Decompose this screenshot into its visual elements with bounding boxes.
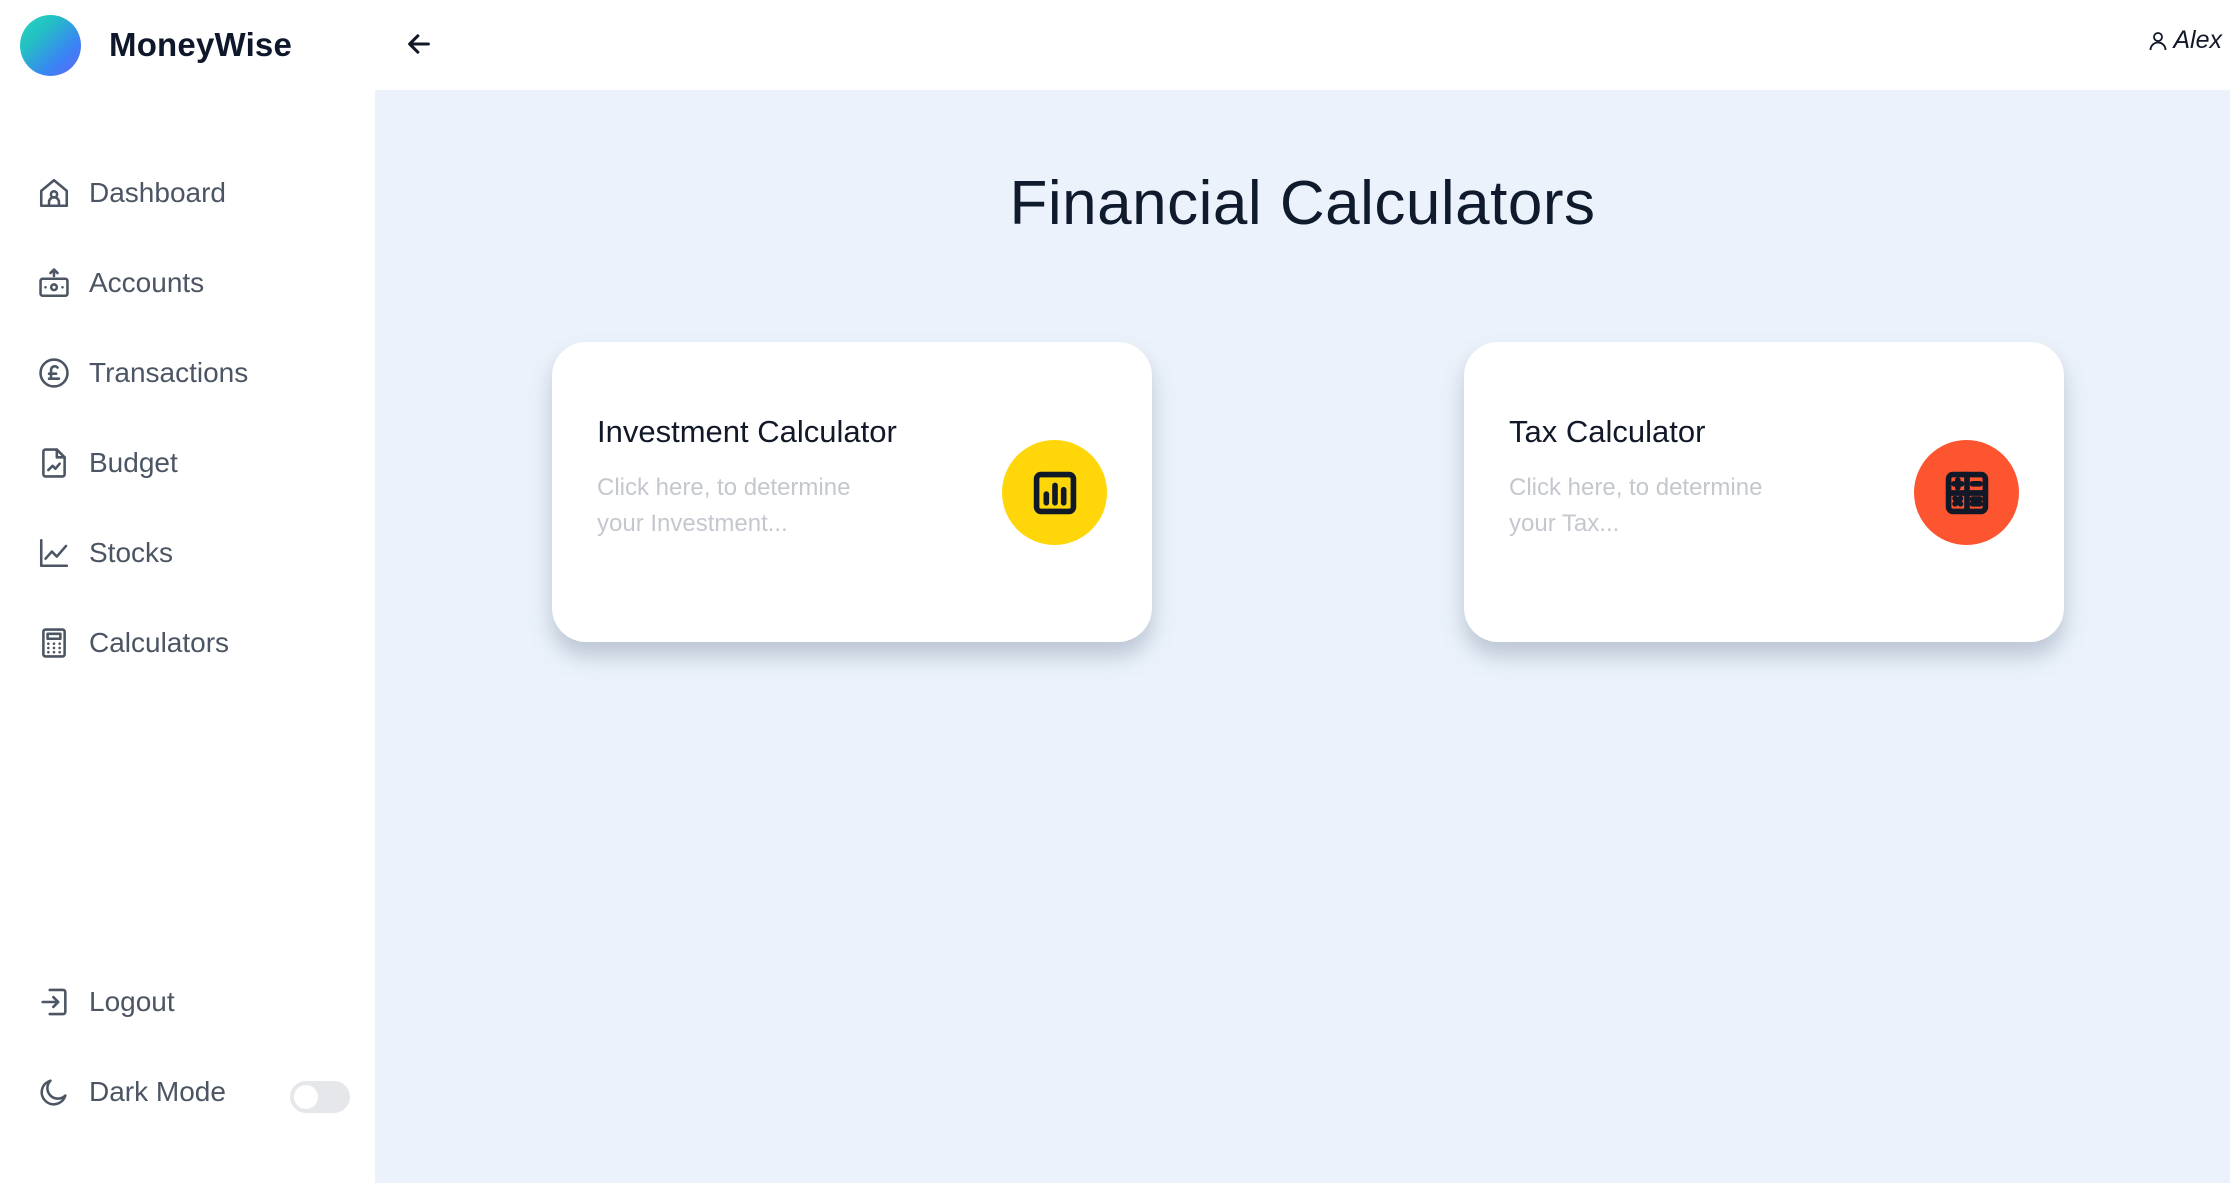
user-menu[interactable]: Alex: [2146, 26, 2222, 55]
bar-chart-icon: [1002, 440, 1107, 545]
back-button[interactable]: [401, 26, 437, 62]
sidebar-item-dashboard[interactable]: Dashboard: [0, 148, 375, 238]
calculator-icon: [36, 625, 72, 661]
sidebar-item-label: Budget: [89, 447, 178, 478]
investment-calculator-card[interactable]: Investment Calculator Click here, to det…: [552, 342, 1152, 642]
dark-mode-label: Dark Mode: [89, 1076, 226, 1107]
logout-label: Logout: [89, 986, 175, 1017]
logout-icon: [36, 984, 72, 1020]
sidebar-item-calculators[interactable]: Calculators: [0, 598, 375, 688]
card-title: Tax Calculator: [1509, 414, 1706, 449]
sidebar: MoneyWise Dashboard Accounts Transaction…: [0, 0, 375, 1183]
wallet-icon: [36, 265, 72, 301]
card-description: Click here, to determine your Investment…: [597, 474, 851, 537]
page-title: Financial Calculators: [1009, 169, 1596, 238]
home-icon: [36, 175, 72, 211]
top-bar: Alex: [375, 0, 2230, 90]
sidebar-item-label: Dashboard: [89, 177, 226, 208]
logout-button[interactable]: Logout: [0, 957, 375, 1047]
sidebar-item-stocks[interactable]: Stocks: [0, 508, 375, 598]
arrow-left-icon: [408, 34, 430, 54]
user-icon: [2149, 31, 2167, 50]
sidebar-nav: Dashboard Accounts Transactions Budget S…: [0, 148, 375, 688]
sidebar-item-label: Calculators: [89, 627, 230, 658]
dark-mode-toggle[interactable]: [290, 1081, 350, 1113]
report-icon: [36, 445, 72, 481]
sidebar-bottom: Logout Dark Mode: [0, 957, 375, 1137]
brand-name: MoneyWise: [109, 26, 293, 63]
sidebar-item-label: Stocks: [89, 537, 174, 568]
user-name: Alex: [2173, 26, 2222, 54]
moon-icon: [36, 1074, 72, 1110]
calculator-icon: [1914, 440, 2019, 545]
pound-icon: [36, 355, 72, 391]
chart-line-icon: [36, 535, 72, 571]
sidebar-item-label: Transactions: [89, 357, 249, 388]
brand-logo: [20, 14, 81, 76]
card-description: Click here, to determine your Tax...: [1509, 474, 1763, 537]
sidebar-item-transactions[interactable]: Transactions: [0, 328, 375, 418]
sidebar-item-label: Accounts: [89, 267, 205, 298]
main-content: Financial Calculators Investment Calcula…: [375, 90, 2230, 1183]
tax-calculator-card[interactable]: Tax Calculator Click here, to determine …: [1464, 342, 2064, 642]
dark-mode-row: Dark Mode: [0, 1047, 375, 1137]
toggle-knob: [294, 1085, 318, 1109]
brand[interactable]: MoneyWise: [20, 14, 292, 76]
card-title: Investment Calculator: [597, 414, 897, 449]
sidebar-item-accounts[interactable]: Accounts: [0, 238, 375, 328]
sidebar-item-budget[interactable]: Budget: [0, 418, 375, 508]
